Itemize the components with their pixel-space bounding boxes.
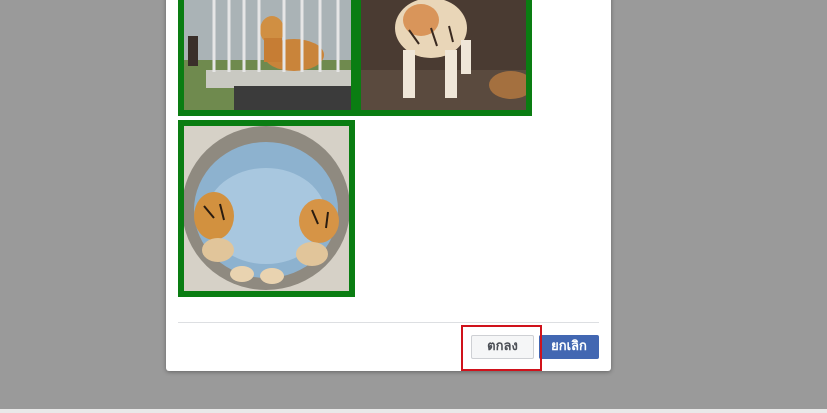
cancel-button[interactable]: ยกเลิก	[539, 335, 599, 359]
tiger-in-cage-image	[184, 0, 351, 110]
white-tiger-walking-image	[361, 0, 526, 110]
two-tigers-in-water-image	[184, 126, 349, 291]
image-tile-white-tiger[interactable]	[355, 0, 532, 116]
image-selection-dialog: ตกลง ยกเลิก	[166, 0, 611, 371]
ok-button[interactable]: ตกลง	[471, 335, 534, 359]
image-tile-tiger-in-cage[interactable]	[178, 0, 357, 116]
image-tile-tigers-in-water[interactable]	[178, 120, 355, 297]
page-bottom-strip	[0, 409, 827, 413]
footer-divider	[178, 322, 599, 323]
